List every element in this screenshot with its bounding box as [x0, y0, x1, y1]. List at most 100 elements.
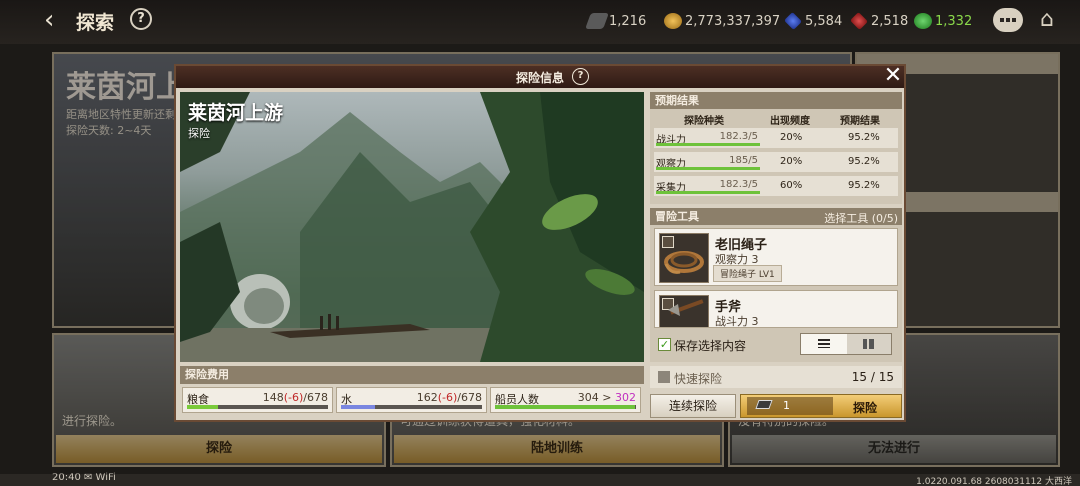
prediction-frequency: 60% [780, 180, 803, 191]
cost-bar-fill [495, 405, 635, 409]
prediction-header: 预期结果 [650, 92, 902, 109]
resource-value: 2,518 [871, 13, 909, 29]
rope-icon [659, 233, 709, 283]
prediction-frequency: 20% [780, 132, 803, 143]
chat-icon[interactable] [993, 8, 1023, 32]
prediction-bar-fill [656, 167, 760, 170]
save-selection-row: ✓ 保存选择内容 [654, 332, 898, 358]
top-bar: ‹ 探索 ? 1,216 2,773,337,397 5,584 2,518 1… [0, 0, 1080, 44]
close-icon[interactable]: ✕ [882, 65, 904, 88]
jungle-scene-illustration [180, 92, 644, 362]
resource-value: 1,216 [609, 13, 647, 29]
prediction-row: 采集力 182.3/5 60% 95.2% [654, 176, 898, 196]
column-header: 预期结果 [840, 116, 880, 127]
tools-header: 冒险工具 选择工具 (0/5) [650, 208, 902, 225]
gold-coin-icon [664, 13, 682, 29]
expedition-info-modal: 探险信息 ? ✕ 莱茵河上游 探险 探险费用 粮食 148(-6)/678 水 … [174, 64, 906, 422]
prediction-panel: 预期结果 探险种类 出现频度 预期结果 战斗力 182.3/5 20% 95.2… [650, 92, 902, 204]
cost-section-header: 探险费用 [180, 366, 644, 384]
view-toggle [800, 333, 892, 355]
expedition-location-subtitle: 探险 [188, 127, 210, 140]
cost-current: 304 [577, 391, 599, 404]
prediction-bar [656, 143, 760, 146]
back-chevron-icon[interactable]: ‹ [44, 6, 70, 34]
column-header: 出现频度 [770, 116, 810, 127]
prediction-result: 95.2% [848, 132, 880, 143]
prediction-row: 战斗力 182.3/5 20% 95.2% [654, 128, 898, 148]
prediction-result: 95.2% [848, 156, 880, 167]
cost-bar [495, 405, 636, 409]
prediction-value: 182.3/5 [719, 179, 758, 190]
cost-crew: 船员人数 304 > 302 [490, 387, 641, 413]
cost-food: 粮食 148(-6)/678 [182, 387, 333, 413]
cost-value: 148(-6)/678 [263, 391, 328, 404]
prediction-bar [656, 167, 760, 170]
tool-tag: 冒险绳子 LV1 [713, 265, 782, 282]
help-icon[interactable]: ? [572, 68, 589, 85]
cost-delta: (-6) [437, 391, 458, 404]
prediction-result: 95.2% [848, 180, 880, 191]
status-version: 1.0220.091.68 2608031112 大西洋 [916, 477, 1072, 486]
modal-header: 探险信息 ? ✕ [176, 65, 904, 88]
resource-value: 5,584 [805, 13, 843, 29]
resource-blue-gems: 5,584 [783, 11, 843, 31]
prediction-value: 182.3/5 [719, 131, 758, 142]
explore-button[interactable]: 1 探险 [740, 394, 902, 418]
expedition-scene-image: 莱茵河上游 探险 [180, 92, 644, 362]
save-selection-label: 保存选择内容 [674, 339, 747, 353]
explore-button-label: 探险 [853, 401, 878, 415]
grid-view-icon[interactable] [847, 334, 891, 354]
resource-value: 1,332 [935, 13, 973, 29]
cost-next: 302 [615, 391, 636, 404]
list-view-icon[interactable] [801, 334, 847, 354]
resource-red-gems: 2,518 [849, 11, 909, 31]
cost-value: 162(-6)/678 [417, 391, 482, 404]
hatchet-illustration [668, 299, 704, 316]
tools-title: 冒险工具 [655, 210, 699, 223]
expedition-location-title: 莱茵河上游 [188, 102, 284, 124]
cost-delta: (-6) [283, 391, 304, 404]
blue-gem-icon [783, 11, 803, 31]
quick-explore-checkbox[interactable] [658, 371, 670, 383]
help-icon[interactable]: ? [130, 8, 152, 30]
rope-illustration [664, 251, 704, 274]
tool-card-hatchet[interactable]: 手斧 战斗力 3 [654, 290, 898, 328]
home-icon[interactable]: ⌂ [1040, 8, 1064, 32]
cost-separator: > [598, 391, 615, 404]
cost-current: 148 [262, 391, 284, 404]
cost-bar [187, 405, 328, 409]
prediction-bar-fill [656, 143, 760, 146]
prediction-bar [656, 191, 760, 194]
save-selection-checkbox[interactable]: ✓ [658, 338, 671, 351]
resource-value: 2,773,337,397 [685, 13, 781, 29]
modal-title: 探险信息 [516, 71, 565, 85]
cost-max: /678 [457, 391, 482, 404]
continuous-explore-button[interactable]: 连续探险 [650, 394, 736, 418]
green-gear-icon [914, 13, 932, 29]
cost-value: 304 > 302 [578, 391, 636, 404]
prediction-frequency: 20% [780, 156, 803, 167]
cost-bar-fill [187, 405, 219, 409]
cost-max: /678 [303, 391, 328, 404]
prediction-row: 观察力 185/5 20% 95.2% [654, 152, 898, 172]
resource-tickets: 1,216 [585, 12, 647, 30]
tool-card-rope[interactable]: 老旧绳子 观察力 3 冒险绳子 LV1 [654, 228, 898, 286]
cost-bar-fill [341, 405, 375, 409]
page-title: 探索 [76, 12, 115, 34]
cost-bar [341, 405, 482, 409]
cost-water: 水 162(-6)/678 [336, 387, 487, 413]
quick-explore-label: 快速探险 [674, 372, 723, 386]
adventure-tools-panel: 冒险工具 选择工具 (0/5) 老旧绳子 观察力 3 冒险绳子 LV1 手斧 战… [650, 208, 902, 362]
ticket-icon [585, 13, 609, 29]
tool-stat: 战斗力 3 [715, 315, 759, 328]
hatchet-icon [659, 295, 709, 327]
select-tools-link[interactable]: 选择工具 (0/5) [824, 210, 898, 227]
quick-explore-count: 15 / 15 [851, 370, 894, 384]
prediction-value: 185/5 [729, 155, 758, 166]
cost-current: 162 [416, 391, 438, 404]
red-gem-icon [849, 11, 869, 31]
quick-explore-row: 快速探险 15 / 15 [650, 366, 902, 388]
resource-gold: 2,773,337,397 [664, 12, 780, 30]
column-header: 探险种类 [684, 116, 724, 127]
prediction-bar-fill [656, 191, 760, 194]
